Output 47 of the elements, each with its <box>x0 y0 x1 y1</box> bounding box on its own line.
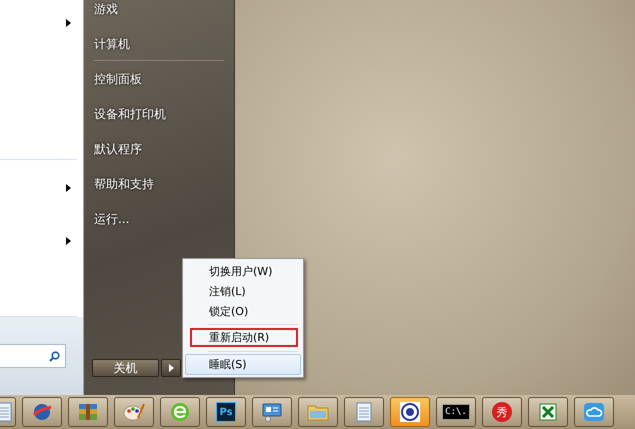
round-badge-icon <box>399 401 421 423</box>
character-badge-icon: 秀 <box>492 402 512 422</box>
search-icon <box>49 350 60 362</box>
taskbar-button[interactable] <box>528 397 568 427</box>
submenu-arrow-icon[interactable] <box>66 237 71 245</box>
palette-icon <box>123 402 145 422</box>
arrow-icon <box>168 364 174 372</box>
notepad-icon <box>0 402 12 422</box>
taskbar-button[interactable]: C:\. <box>436 397 476 427</box>
folder-icon <box>307 403 329 421</box>
taskbar-button[interactable] <box>390 397 430 427</box>
taskbar-button[interactable] <box>160 397 200 427</box>
start-menu-item[interactable]: 帮助和支持 <box>84 166 234 201</box>
start-menu-item[interactable]: 默认程序 <box>84 131 234 166</box>
power-menu-item[interactable]: 切换用户(W) <box>185 261 301 281</box>
search-field[interactable] <box>0 344 66 368</box>
spreadsheet-icon <box>538 402 558 422</box>
taskbar-button[interactable] <box>22 397 62 427</box>
submenu-arrow-icon[interactable] <box>66 18 71 26</box>
photo-editor-icon: Ps <box>216 402 236 422</box>
taskbar-button[interactable] <box>252 397 292 427</box>
taskbar-button[interactable] <box>298 397 338 427</box>
power-menu-item[interactable]: 注销(L) <box>185 281 301 301</box>
power-menu-item[interactable]: 锁定(O) <box>185 301 301 321</box>
start-menu-item[interactable]: 游戏 <box>84 0 234 18</box>
taskbar-button[interactable] <box>68 397 108 427</box>
taskbar-button[interactable]: 秀 <box>482 397 522 427</box>
power-menu-item[interactable]: 重新启动(R) <box>185 321 301 348</box>
cloud-icon <box>583 402 605 422</box>
monitor-icon <box>262 402 282 422</box>
globe-icon <box>31 401 53 423</box>
start-menu-item[interactable]: 设备和打印机 <box>84 96 234 131</box>
start-menu-item[interactable]: 运行... <box>84 201 234 236</box>
archive-icon <box>78 402 98 422</box>
start-menu-item[interactable]: 控制面板 <box>84 61 234 96</box>
shutdown-options-button[interactable] <box>161 359 181 377</box>
notepad-icon <box>356 402 372 422</box>
taskbar-button[interactable] <box>574 397 614 427</box>
taskbar-button[interactable]: Ps <box>206 397 246 427</box>
taskbar-button[interactable] <box>114 397 154 427</box>
browser-icon <box>170 402 190 422</box>
power-menu-item[interactable]: 睡眠(S) <box>185 348 301 375</box>
submenu-arrow-icon[interactable] <box>66 184 71 192</box>
taskbar-button[interactable] <box>344 397 384 427</box>
start-menu-item[interactable]: 计算机 <box>84 26 234 61</box>
shutdown-button[interactable]: 关机 <box>92 359 159 377</box>
command-prompt-icon: C:\. <box>442 404 470 420</box>
